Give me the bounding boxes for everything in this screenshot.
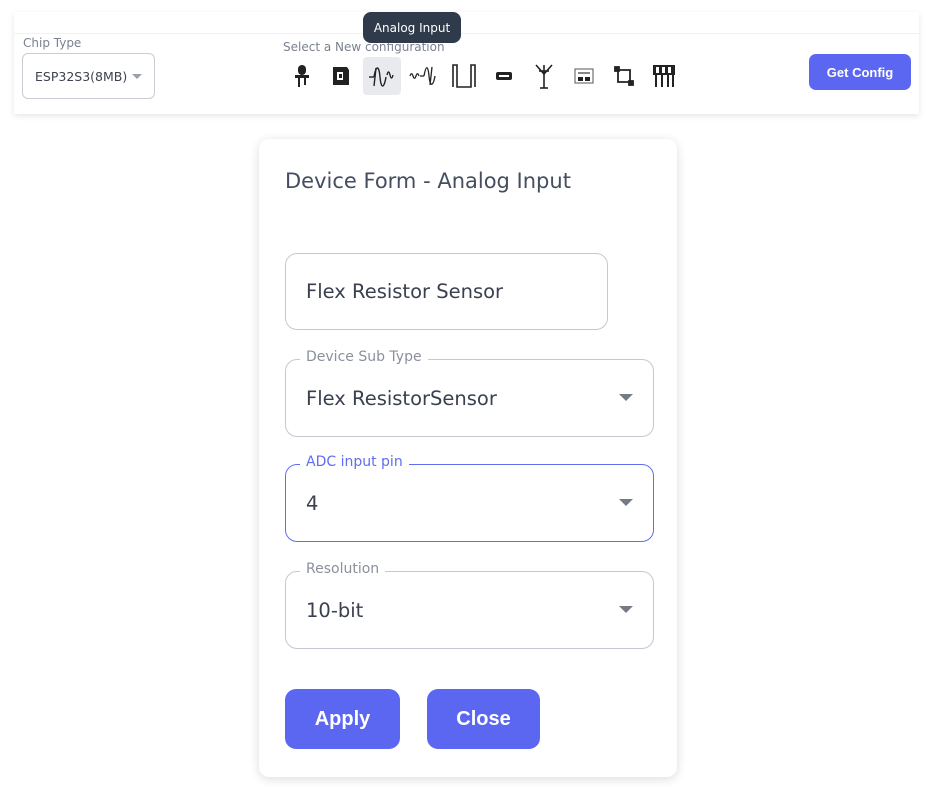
connector-pins-icon[interactable] — [645, 57, 683, 95]
apply-button[interactable]: Apply — [285, 689, 400, 749]
resolution-label: Resolution — [300, 561, 386, 577]
antenna-icon[interactable] — [525, 57, 563, 95]
close-button[interactable]: Close — [427, 689, 540, 749]
chevron-down-icon — [619, 394, 633, 401]
chip-type-value: ESP32S3(8MB) — [35, 68, 128, 84]
device-name-value: Flex Resistor Sensor — [306, 280, 504, 303]
device-sub-type-select[interactable]: Device Sub Type Flex ResistorSensor — [285, 349, 654, 437]
display-icon[interactable] — [485, 57, 523, 95]
resolution-select[interactable]: Resolution 10-bit — [285, 561, 654, 649]
relay-icon[interactable] — [322, 57, 360, 95]
chip-type-select[interactable]: ESP32S3(8MB) — [22, 53, 155, 99]
analog-input-icon[interactable] — [363, 57, 401, 95]
get-config-button[interactable]: Get Config — [809, 54, 911, 90]
led-icon[interactable] — [283, 57, 321, 95]
chip-type-label: Chip Type — [23, 36, 82, 50]
chevron-down-icon — [619, 606, 633, 613]
device-sub-type-label: Device Sub Type — [300, 349, 428, 365]
device-form-card: Device Form - Analog Input Flex Resistor… — [259, 139, 677, 777]
module-board-icon[interactable] — [565, 57, 603, 95]
i2c-bus-icon[interactable] — [605, 57, 643, 95]
chevron-down-icon — [132, 74, 142, 79]
device-name-input[interactable]: Flex Resistor Sensor — [285, 253, 608, 330]
analog-output-icon[interactable] — [404, 57, 442, 95]
chevron-down-icon — [619, 499, 633, 506]
config-toolbar: Chip Type ESP32S3(8MB) Select a New conf… — [14, 12, 919, 114]
digital-pulse-icon[interactable] — [445, 57, 483, 95]
device-sub-type-value: Flex ResistorSensor — [306, 386, 497, 410]
adc-input-pin-value: 4 — [306, 491, 319, 515]
toolbar-divider — [14, 33, 919, 34]
form-title: Device Form - Analog Input — [285, 169, 571, 193]
analog-input-tooltip: Analog Input — [363, 12, 461, 43]
adc-input-pin-select[interactable]: ADC input pin 4 — [285, 454, 654, 542]
adc-input-pin-label: ADC input pin — [300, 454, 409, 470]
resolution-value: 10-bit — [306, 598, 364, 622]
